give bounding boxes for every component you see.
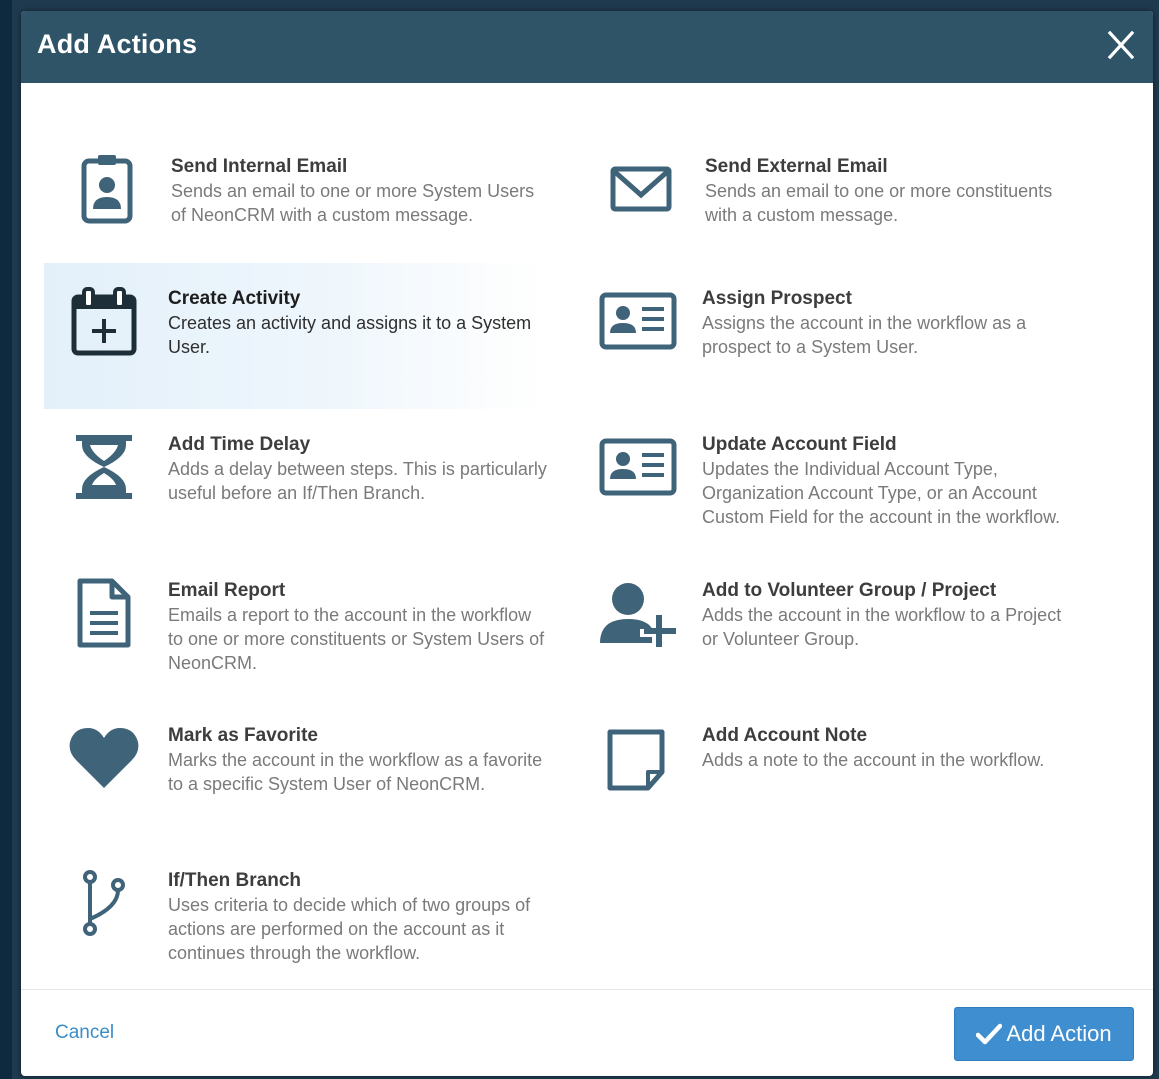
action-description: Adds the account in the workflow to a Pr… <box>702 605 1062 649</box>
action-mark-as-favorite[interactable]: Mark as Favorite Marks the account in th… <box>44 700 544 840</box>
action-title: If/Then Branch <box>168 870 302 891</box>
id-card-icon <box>598 431 678 507</box>
calendar-plus-icon <box>68 285 140 361</box>
action-title: Send External Email <box>705 156 888 177</box>
action-description: Updates the Individual Account Type, Org… <box>702 459 1061 527</box>
envelope-icon <box>605 153 677 229</box>
cancel-button[interactable]: Cancel <box>55 1022 114 1044</box>
action-description: Creates an activity and assigns it to a … <box>168 313 532 357</box>
action-update-account-field[interactable]: Update Account Field Updates the Individ… <box>578 409 1078 559</box>
action-add-volunteer-group[interactable]: Add to Volunteer Group / Project Adds th… <box>578 555 1078 695</box>
action-title: Send Internal Email <box>171 156 348 177</box>
action-create-activity[interactable]: Create Activity Creates an activity and … <box>44 263 544 409</box>
action-send-internal-email[interactable]: Send Internal Email Sends an email to on… <box>47 131 547 271</box>
page-backdrop <box>0 0 12 1079</box>
branch-icon <box>68 867 140 943</box>
action-description: Adds a delay between steps. This is part… <box>168 459 547 503</box>
action-title: Mark as Favorite <box>168 725 318 746</box>
heart-icon <box>68 722 140 798</box>
sticky-note-icon <box>600 722 672 798</box>
checkmark-icon <box>976 1023 1003 1045</box>
action-title: Email Report <box>168 580 286 601</box>
action-add-time-delay[interactable]: Add Time Delay Adds a delay between step… <box>44 409 547 549</box>
document-icon <box>68 577 140 653</box>
id-card-icon <box>598 285 678 361</box>
action-title: Add Account Note <box>702 725 868 746</box>
add-action-label: Add Action <box>1006 1021 1112 1046</box>
action-description: Sends an email to one or more constituen… <box>705 181 1053 225</box>
action-description: Emails a report to the account in the wo… <box>168 605 545 673</box>
action-description: Adds a note to the account in the workfl… <box>702 750 1045 770</box>
close-button[interactable] <box>1101 25 1141 65</box>
action-description: Assigns the account in the workflow as a… <box>702 313 1027 357</box>
action-send-external-email[interactable]: Send External Email Sends an email to on… <box>581 131 1081 271</box>
action-title: Create Activity <box>168 288 301 309</box>
action-if-then-branch[interactable]: If/Then Branch Uses criteria to decide w… <box>44 845 544 985</box>
modal-header: Add Actions <box>21 11 1153 83</box>
close-icon <box>1107 30 1135 60</box>
action-title: Update Account Field <box>702 434 897 455</box>
hourglass-icon <box>68 431 140 507</box>
action-description: Marks the account in the workflow as a f… <box>168 750 543 794</box>
add-actions-modal: Add Actions Send Internal Email Sends an <box>21 11 1153 1076</box>
action-title: Add to Volunteer Group / Project <box>702 580 997 601</box>
badge-icon <box>71 153 143 229</box>
add-action-button[interactable]: Add Action <box>954 1007 1134 1061</box>
action-title: Add Time Delay <box>168 434 311 455</box>
action-add-account-note[interactable]: Add Account Note Adds a note to the acco… <box>578 700 1078 840</box>
action-title: Assign Prospect <box>702 288 852 309</box>
actions-grid: Send Internal Email Sends an email to on… <box>21 83 1153 989</box>
action-description: Uses criteria to decide which of two gro… <box>168 895 531 963</box>
user-plus-icon <box>598 577 682 653</box>
action-email-report[interactable]: Email Report Emails a report to the acco… <box>44 555 544 695</box>
modal-title: Add Actions <box>37 29 198 59</box>
modal-footer: Cancel Add Action <box>21 989 1153 1076</box>
action-description: Sends an email to one or more System Use… <box>171 181 535 225</box>
action-assign-prospect[interactable]: Assign Prospect Assigns the account in t… <box>578 263 1078 403</box>
